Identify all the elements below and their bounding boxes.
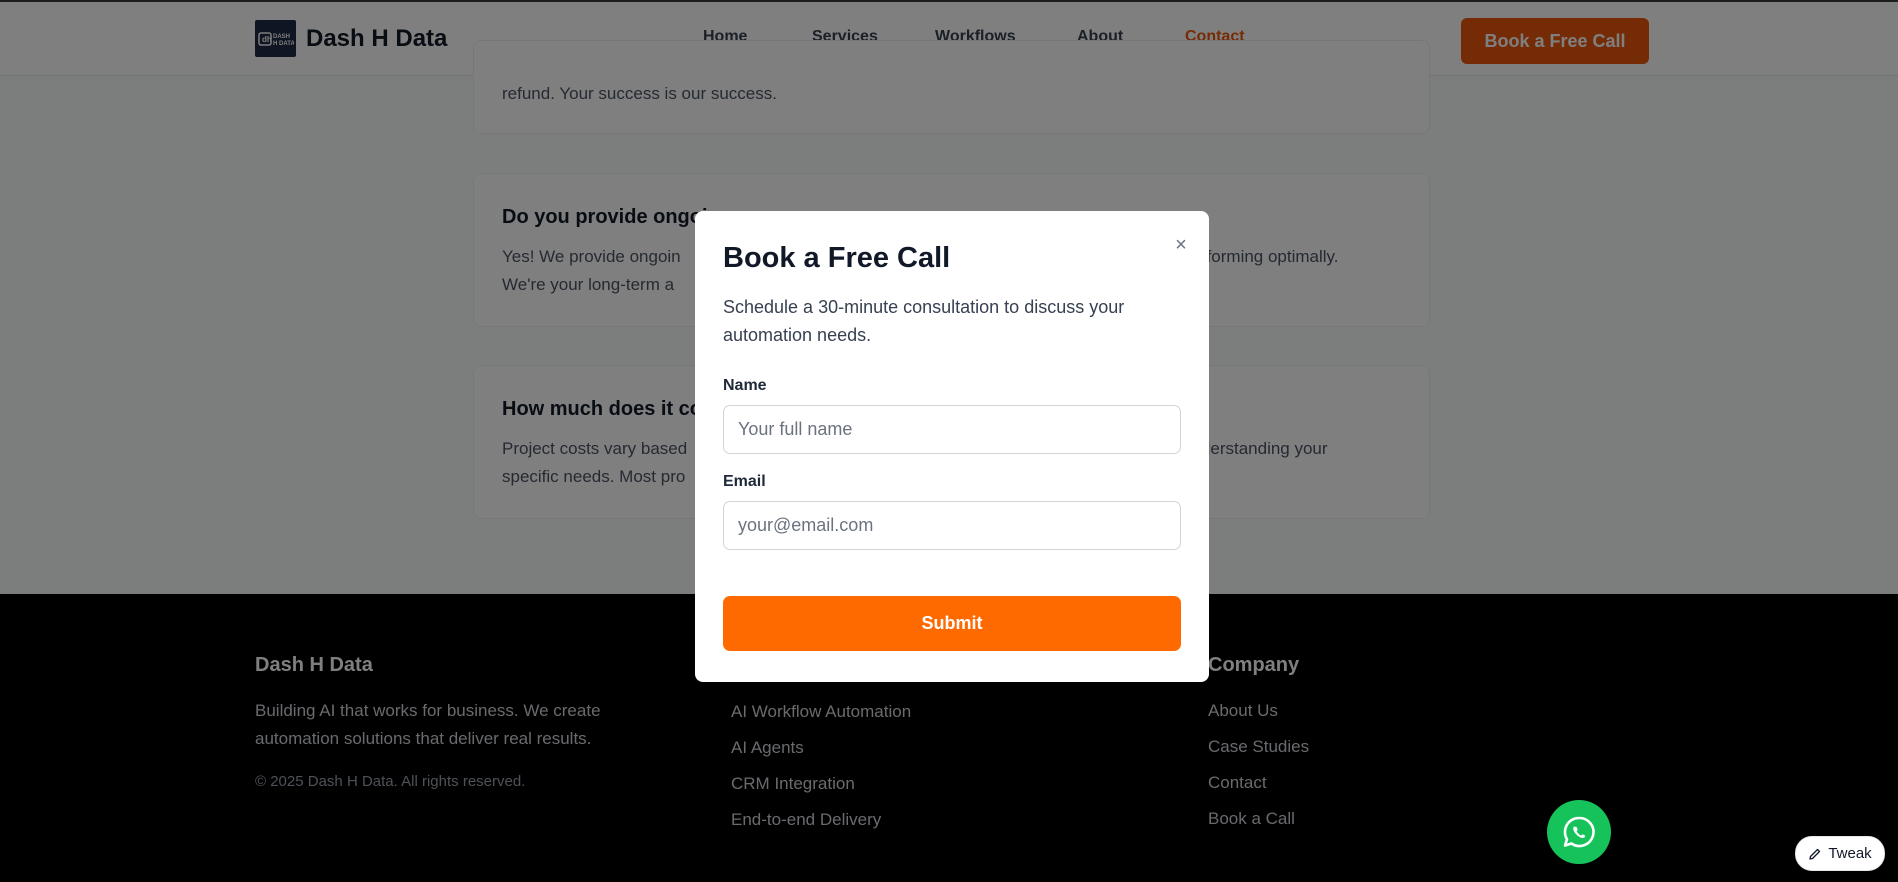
tweak-label: Tweak	[1828, 845, 1872, 862]
whatsapp-icon	[1563, 816, 1595, 848]
email-input[interactable]	[723, 501, 1181, 550]
email-label: Email	[723, 473, 766, 490]
close-icon[interactable]: ×	[1171, 235, 1191, 255]
modal-description: Schedule a 30-minute consultation to dis…	[723, 297, 1125, 345]
book-call-modal: × Book a Free Call Schedule a 30-minute …	[695, 211, 1209, 682]
name-label: Name	[723, 377, 767, 394]
pencil-icon	[1809, 848, 1821, 860]
submit-button[interactable]: Submit	[723, 596, 1181, 651]
name-input[interactable]	[723, 405, 1181, 454]
tweak-button[interactable]: Tweak	[1795, 836, 1885, 871]
modal-title: Book a Free Call	[723, 242, 951, 274]
whatsapp-button[interactable]	[1547, 800, 1611, 864]
